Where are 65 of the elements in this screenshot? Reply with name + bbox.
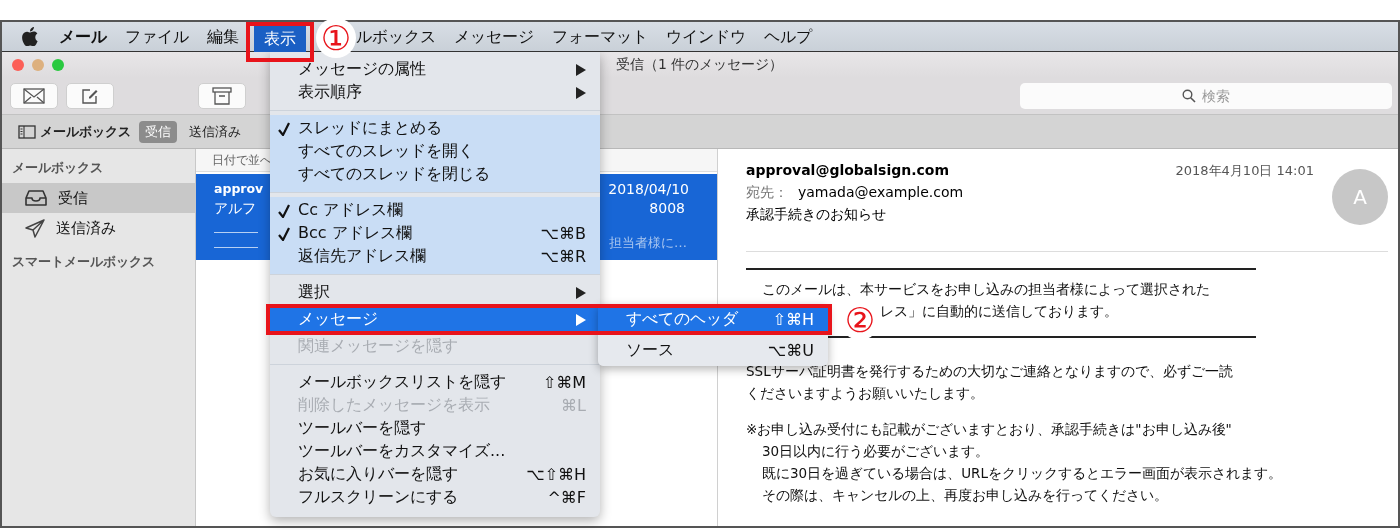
menu-item[interactable]: すべてのスレッドを閉じる xyxy=(270,163,600,186)
body-text: 既に30日を過ぎている場合は、URLをクリックするとエラー画面が表示されます。 xyxy=(762,464,1282,483)
window-title: 受信（1 件のメッセージ） xyxy=(616,56,784,74)
menu-bar-item[interactable]: ルボックス xyxy=(356,23,445,50)
close-button[interactable] xyxy=(12,59,24,71)
menu-bar-item[interactable]: ファイル xyxy=(116,23,198,50)
sidebar-item[interactable]: 送信済み xyxy=(2,213,195,243)
message-subject: 8008 xyxy=(649,199,685,218)
menu-bar-item[interactable]: ヘルプ xyxy=(755,23,821,50)
message-preview: 担当者様に… xyxy=(609,234,687,252)
menu-item[interactable]: メッセージ xyxy=(270,308,600,331)
menu-bar-item[interactable]: メール xyxy=(50,23,116,50)
menu-item[interactable]: ソース ⌥⌘U xyxy=(598,339,828,362)
apple-icon[interactable] xyxy=(22,27,38,46)
menu-item[interactable]: お気に入りバーを隠す ⌥⇧⌘H xyxy=(270,463,600,486)
body-text: その際は、キャンセルの上、再度お申し込みを行ってください。 xyxy=(762,486,1168,505)
body-text: くださいますようお願いいたします。 xyxy=(746,384,984,403)
menu-item[interactable]: Bcc アドレス欄 ⌥⌘B xyxy=(270,222,600,245)
menu-bar-item[interactable]: 表示 xyxy=(254,26,306,52)
sidebar-item[interactable]: 受信 xyxy=(2,183,195,213)
sender-name: approv xyxy=(214,180,264,198)
message-date: 2018/04/10 xyxy=(608,180,689,198)
menu-item[interactable]: 返信先アドレス欄 ⌥⌘R xyxy=(270,245,600,268)
body-text: ※お申し込み受付にも記載がございますとおり、承認手続きは"お申し込み後" xyxy=(746,420,1232,439)
step-number: ① xyxy=(316,18,356,58)
menu-item[interactable]: Cc アドレス欄 xyxy=(270,199,600,222)
avatar: A xyxy=(1332,169,1388,225)
sidebar-heading: メールボックス xyxy=(11,159,104,177)
menu-item[interactable]: メッセージの属性 xyxy=(270,58,600,81)
archive-button[interactable] xyxy=(198,83,246,109)
favorite-mailbox[interactable]: 送信済み xyxy=(183,120,247,143)
mailboxes-button[interactable]: メールボックス xyxy=(16,120,133,143)
menu-bar-item[interactable]: ウインドウ xyxy=(657,23,755,50)
menu-item[interactable]: スレッドにまとめる xyxy=(270,117,600,140)
compose-button[interactable] xyxy=(66,83,114,109)
sidebar-icon xyxy=(18,124,36,139)
menu-item[interactable]: フルスクリーンにする ^⌘F xyxy=(270,486,600,509)
message-date: 2018年4月10日 14:01 xyxy=(1175,162,1314,180)
menu-item[interactable]: すべてのスレッドを開く xyxy=(270,140,600,163)
sender-address: approval@globalsign.com xyxy=(746,161,951,180)
body-text: レス」に自動的に送信しております。 xyxy=(880,302,1118,321)
compose-icon xyxy=(81,87,99,105)
inbox-tray-icon xyxy=(24,189,48,207)
recipient-label: 宛先： xyxy=(746,184,788,200)
menu-bar-item[interactable]: フォーマット xyxy=(543,23,657,50)
envelope-icon xyxy=(23,88,45,104)
menu-item[interactable]: すべてのヘッダ ⇧⌘H xyxy=(598,308,828,331)
search-field[interactable]: 検索 xyxy=(1020,83,1392,109)
menu-item[interactable]: 選択 xyxy=(270,281,600,304)
message-subject: アルフ xyxy=(214,199,256,218)
menu-bar-item[interactable]: メッセージ xyxy=(445,23,543,50)
body-text: このメールは、本サービスをお申し込みの担当者様によって選択された xyxy=(762,280,1210,299)
menu-item[interactable]: ツールバーを隠す xyxy=(270,417,600,440)
menu-item[interactable]: 表示順序 xyxy=(270,81,600,104)
menu-bar-item[interactable]: 編集 xyxy=(198,23,248,50)
get-mail-button[interactable] xyxy=(10,83,58,109)
menu-item[interactable]: メールボックスリストを隠す ⇧⌘M xyxy=(270,371,600,394)
body-text: 30日以内に行う必要がございます。 xyxy=(762,442,990,461)
menu-item[interactable]: ツールバーをカスタマイズ... xyxy=(270,440,600,463)
paper-plane-icon xyxy=(24,218,46,238)
archive-box-icon xyxy=(212,87,232,105)
search-icon xyxy=(1182,89,1196,103)
sidebar-heading: スマートメールボックス xyxy=(11,253,156,271)
recipient-address: yamada@example.com xyxy=(798,184,964,200)
message-subject: 承認手続きのお知らせ xyxy=(746,205,887,224)
